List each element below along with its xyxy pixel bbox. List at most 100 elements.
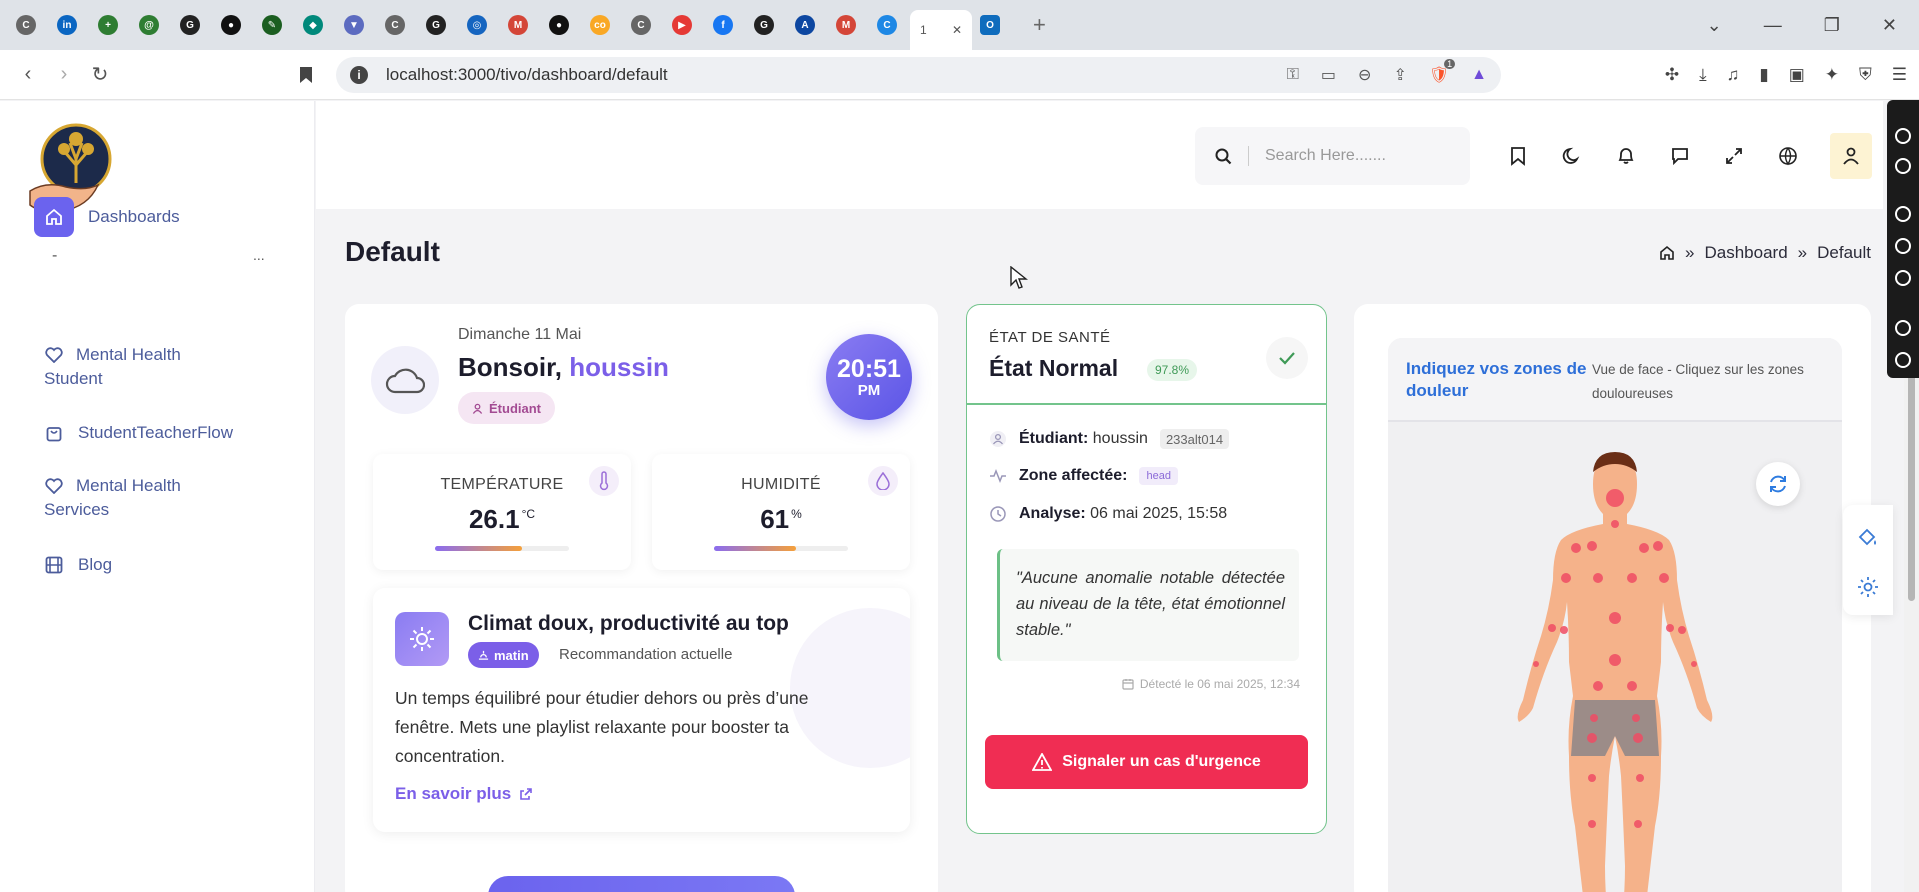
pain-point-marker[interactable] (1653, 541, 1663, 551)
record-icon[interactable] (1895, 158, 1911, 174)
paint-bucket-icon[interactable] (1856, 525, 1880, 549)
browser-tab[interactable]: C (623, 7, 664, 43)
browser-tab[interactable]: in (49, 7, 90, 43)
camera-icon[interactable] (1895, 128, 1911, 144)
learn-more-link[interactable]: En savoir plus (395, 784, 533, 804)
gear-icon[interactable] (1856, 575, 1880, 599)
tab-list-chevron-icon[interactable]: ⌄ (1707, 15, 1722, 36)
bookmark-icon[interactable] (1506, 144, 1530, 168)
browser-tab[interactable]: C (377, 7, 418, 43)
speaker-icon[interactable] (1895, 238, 1911, 254)
pain-point-marker[interactable] (1639, 543, 1649, 553)
music-icon[interactable]: ♫ (1727, 65, 1740, 85)
zoom-icon[interactable]: ⊖ (1358, 65, 1371, 85)
browser-tab[interactable]: M (500, 7, 541, 43)
globe-icon[interactable] (1776, 144, 1800, 168)
share-icon[interactable]: ⇪ (1393, 65, 1406, 85)
browser-tab[interactable]: co (582, 7, 623, 43)
pain-point-marker[interactable] (1587, 733, 1597, 743)
pain-point-marker[interactable] (1548, 624, 1556, 632)
pain-point-marker[interactable] (1561, 573, 1571, 583)
screen-icon[interactable] (1895, 320, 1911, 336)
pain-point-marker[interactable] (1666, 624, 1674, 632)
pain-point-marker[interactable] (1632, 714, 1640, 722)
vpn-icon[interactable]: ⛨ (1859, 65, 1872, 85)
restore-icon[interactable]: ❐ (1824, 15, 1840, 36)
close-tab-icon[interactable]: ✕ (952, 23, 962, 37)
browser-tab[interactable]: O (972, 7, 1013, 43)
browser-tab[interactable]: ▶ (664, 7, 705, 43)
webcam-icon[interactable] (1895, 270, 1911, 286)
sidebar-item-blog[interactable]: Blog (44, 555, 112, 575)
browser-tab[interactable]: C (8, 7, 49, 43)
pain-point-marker[interactable] (1588, 774, 1596, 782)
address-bar[interactable]: i localhost:3000/tivo/dashboard/default … (336, 57, 1501, 93)
pain-point-marker[interactable] (1633, 733, 1643, 743)
bookmark-icon[interactable] (288, 57, 324, 93)
pain-point-marker[interactable] (1590, 714, 1598, 722)
pain-point-marker[interactable] (1634, 820, 1642, 828)
brave-rewards-icon[interactable]: ▲ (1471, 66, 1487, 84)
cast-icon[interactable]: ▭ (1321, 65, 1336, 85)
browser-tab[interactable]: A (787, 7, 828, 43)
home-icon[interactable] (1659, 245, 1675, 261)
browser-tab[interactable]: ◎ (459, 7, 500, 43)
browser-tab[interactable]: ✎ (254, 7, 295, 43)
sidebar-item-dashboards[interactable]: Dashboards (34, 197, 180, 237)
bell-icon[interactable] (1614, 144, 1638, 168)
browser-tab[interactable]: M (828, 7, 869, 43)
pain-point-marker[interactable] (1609, 654, 1621, 666)
search-input[interactable]: Search Here....... (1265, 147, 1386, 165)
pain-point-marker[interactable] (1659, 573, 1669, 583)
leo-icon[interactable]: ✦ (1825, 65, 1839, 85)
pain-point-marker[interactable] (1609, 612, 1621, 624)
report-emergency-button[interactable]: Signaler un cas d'urgence (985, 735, 1308, 789)
browser-tab[interactable]: f (705, 7, 746, 43)
breadcrumb-dashboard[interactable]: Dashboard (1704, 243, 1787, 263)
pain-point-marker[interactable] (1611, 520, 1619, 528)
browser-tab[interactable]: ◆ (295, 7, 336, 43)
wallet-icon[interactable]: ▣ (1789, 65, 1805, 85)
site-info-icon[interactable]: i (350, 66, 368, 84)
back-icon[interactable]: ‹ (10, 57, 46, 93)
menu-icon[interactable]: ☰ (1892, 65, 1907, 85)
forward-icon[interactable]: › (46, 57, 82, 93)
pain-point-marker[interactable] (1627, 573, 1637, 583)
browser-tab[interactable]: G (418, 7, 459, 43)
search-box[interactable]: Search Here....... (1195, 127, 1470, 185)
browser-tab-active[interactable]: 1 ✕ (910, 10, 972, 50)
key-icon[interactable]: ⚿ (1287, 66, 1299, 84)
browser-tab[interactable]: G (746, 7, 787, 43)
sidebar-toggle-icon[interactable]: ▮ (1759, 65, 1768, 85)
brave-shield-icon[interactable]: 🛡 1 (1429, 59, 1456, 85)
primary-action-button[interactable] (488, 876, 795, 892)
sidebar-item-studentteacherflow[interactable]: StudentTeacherFlow (44, 423, 233, 443)
browser-tab[interactable]: C (869, 7, 910, 43)
download-icon[interactable]: ⤓ (1699, 65, 1707, 85)
chat-icon[interactable] (1668, 144, 1692, 168)
browser-tab[interactable]: @ (131, 7, 172, 43)
browser-tab[interactable]: + (90, 7, 131, 43)
pain-point-marker[interactable] (1560, 626, 1568, 634)
pain-point-marker[interactable] (1587, 541, 1597, 551)
moon-icon[interactable] (1560, 144, 1584, 168)
pain-point-marker[interactable] (1606, 489, 1624, 507)
pain-point-marker[interactable] (1691, 661, 1697, 667)
sidebar-item-mental-health-services[interactable]: Mental Health Services (44, 476, 181, 520)
puzzle-icon[interactable]: ✣ (1665, 65, 1679, 85)
reload-icon[interactable]: ↻ (82, 57, 118, 93)
pain-point-marker[interactable] (1593, 573, 1603, 583)
sidebar-item-mental-health-student[interactable]: Mental Health Student (44, 345, 181, 389)
browser-tab[interactable]: ● (213, 7, 254, 43)
pain-point-marker[interactable] (1627, 681, 1637, 691)
fullscreen-icon[interactable] (1722, 144, 1746, 168)
pain-point-marker[interactable] (1636, 774, 1644, 782)
new-tab-icon[interactable]: + (1033, 12, 1046, 38)
minimize-icon[interactable]: — (1764, 15, 1782, 36)
close-window-icon[interactable]: ✕ (1882, 15, 1897, 36)
browser-tab[interactable]: ▼ (336, 7, 377, 43)
pain-point-marker[interactable] (1533, 661, 1539, 667)
pain-point-marker[interactable] (1678, 626, 1686, 634)
pain-point-marker[interactable] (1593, 681, 1603, 691)
user-menu-button[interactable] (1830, 133, 1872, 179)
